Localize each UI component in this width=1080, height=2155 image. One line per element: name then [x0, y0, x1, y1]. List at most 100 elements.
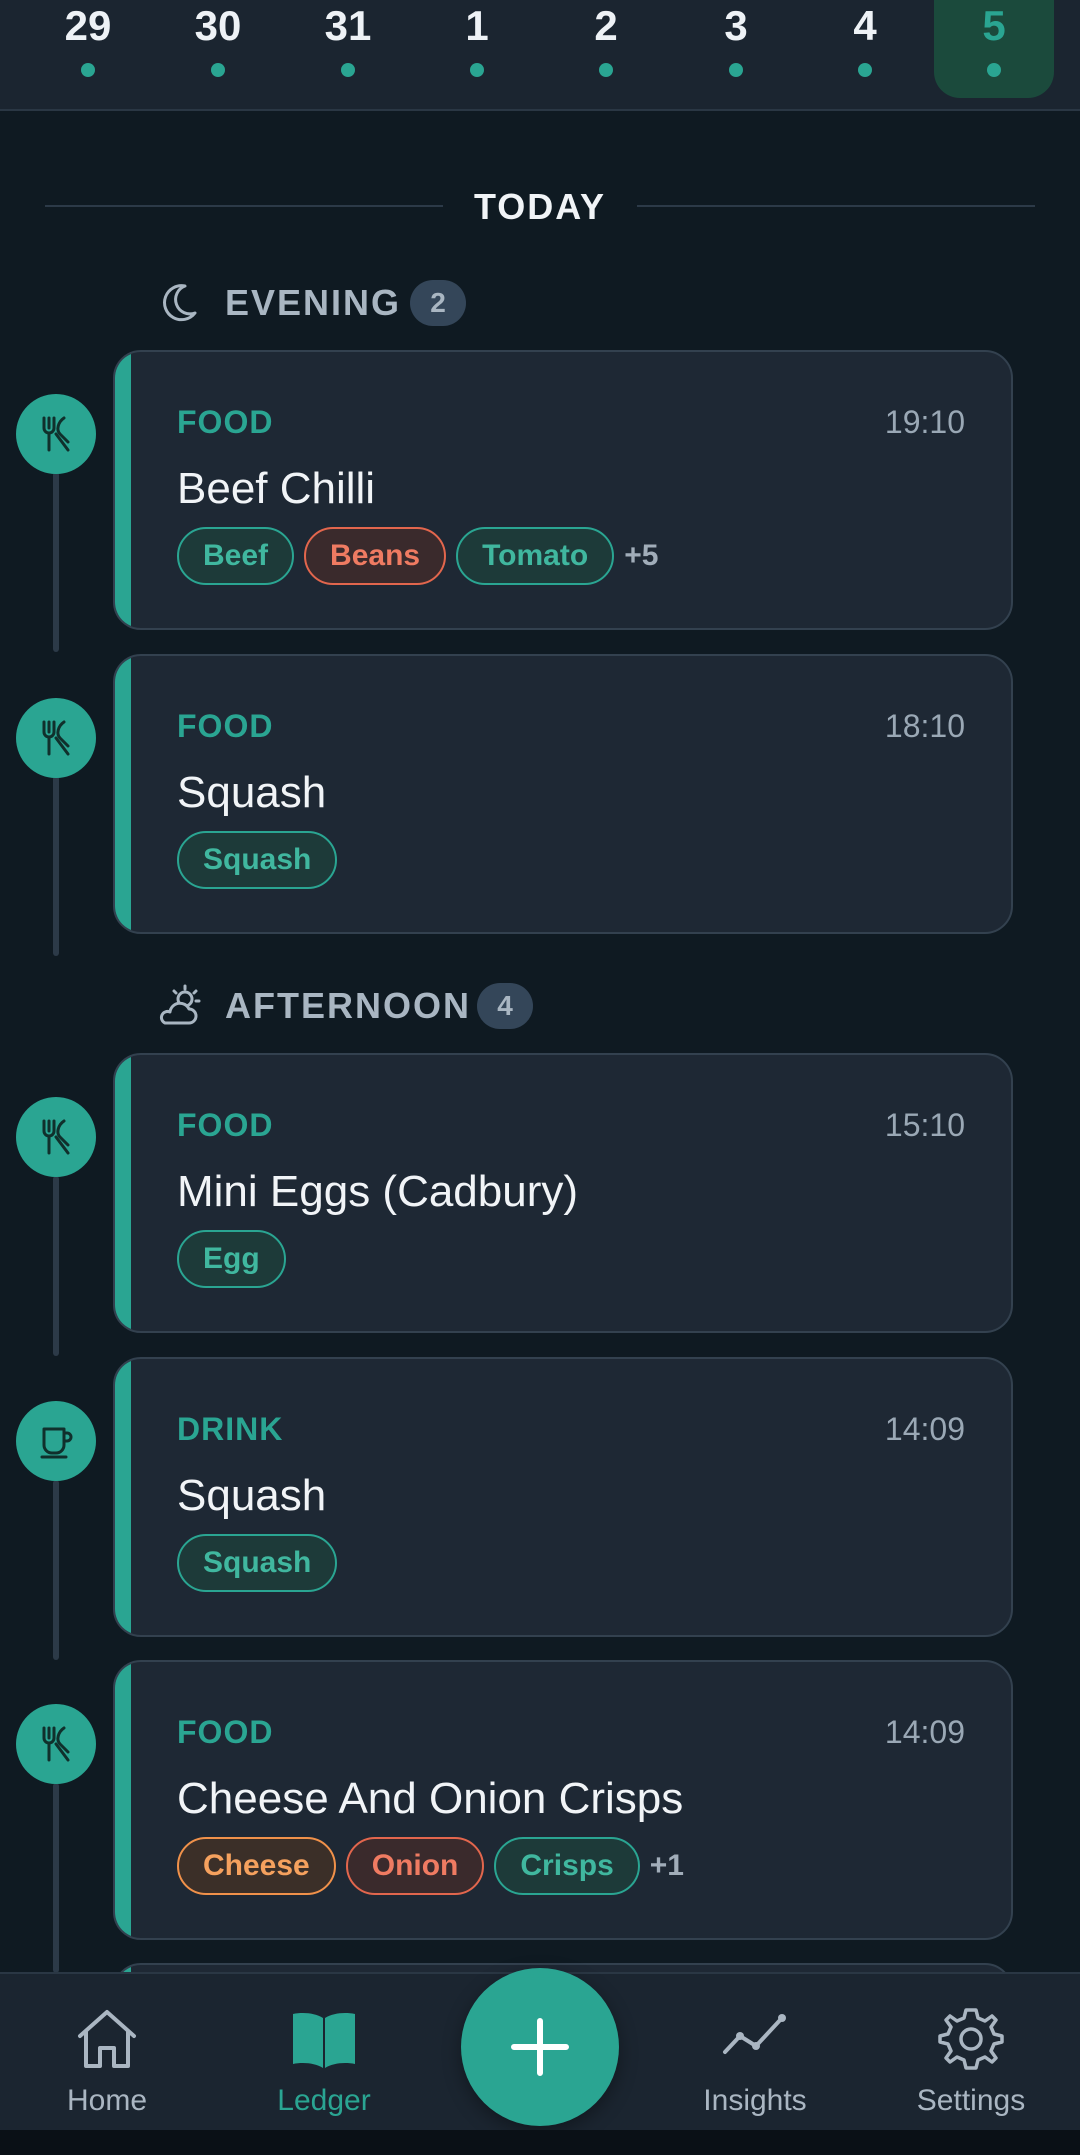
date-day-30[interactable]: 30 [158, 0, 278, 98]
more-tags-count: +1 [649, 1849, 684, 1882]
today-divider: TODAY [45, 180, 1035, 230]
entry-dot [858, 63, 872, 77]
tag-list: Beef Beans Tomato +5 [177, 527, 658, 585]
entry-category: FOOD [177, 1107, 274, 1143]
divider-line-right [637, 205, 1035, 207]
utensils-icon [42, 720, 70, 756]
date-day-4[interactable]: 4 [805, 0, 925, 98]
tag-chip: Tomato [456, 527, 615, 585]
utensils-icon [42, 416, 70, 452]
timeline-node-food [16, 698, 96, 778]
entry-name: Mini Eggs (Cadbury) [177, 1167, 579, 1216]
section-afternoon-header: AFTERNOON 4 [155, 975, 575, 1035]
timeline-connector [53, 472, 59, 652]
nav-ledger-label: Ledger [277, 2084, 371, 2117]
moon-icon [163, 284, 197, 322]
gear-icon [938, 2008, 1004, 2070]
date-day-5-selected[interactable]: 5 [934, 0, 1054, 98]
entry-name: Cheese And Onion Crisps [177, 1774, 684, 1823]
date-number: 4 [853, 2, 877, 49]
card-accent-bar [115, 1055, 131, 1331]
timeline-connector [53, 1480, 59, 1660]
plus-icon [511, 2018, 569, 2076]
tag-chip: Onion [345, 1837, 485, 1895]
nav-settings[interactable]: Settings [886, 1974, 1056, 2132]
cup-icon [40, 1427, 73, 1459]
card-accent-bar [115, 1359, 131, 1635]
entry-card[interactable]: FOOD 15:10 Mini Eggs (Cadbury) Egg [113, 1053, 1013, 1333]
entry-category: DRINK [177, 1411, 284, 1447]
section-count-badge: 4 [477, 983, 533, 1029]
nav-home-label: Home [66, 2084, 148, 2117]
section-title: AFTERNOON [225, 985, 471, 1026]
home-icon [78, 2010, 136, 2068]
entry-dot [987, 63, 1001, 77]
entry-category: FOOD [177, 708, 274, 744]
today-label: TODAY [473, 186, 607, 227]
card-accent-bar [115, 1662, 131, 1938]
tag-chip: Beans [304, 527, 447, 585]
system-navigation-bar [0, 2130, 1080, 2155]
entry-dot [341, 63, 355, 77]
entry-category: FOOD [177, 1714, 274, 1750]
date-day-3[interactable]: 3 [676, 0, 796, 98]
entry-card[interactable]: DRINK 14:09 Squash Squash [113, 1357, 1013, 1637]
section-count-badge: 2 [410, 280, 466, 326]
entry-card[interactable]: FOOD 14:09 Cheese And Onion Crisps Chees… [113, 1660, 1013, 1940]
date-day-29[interactable]: 29 [28, 0, 148, 98]
entry-time: 18:10 [884, 708, 965, 744]
timeline-node-food [16, 1704, 96, 1784]
tag-list: Squash [177, 831, 347, 889]
entry-time: 15:10 [884, 1107, 965, 1143]
date-number: 29 [64, 2, 112, 49]
entry-name: Squash [177, 1471, 327, 1520]
timeline-connector [53, 1176, 59, 1356]
more-tags-count: +5 [624, 539, 659, 572]
tag-list: Squash [177, 1534, 347, 1592]
date-number: 1 [465, 2, 489, 49]
entry-name: Squash [177, 768, 327, 817]
entry-dot [470, 63, 484, 77]
entry-name: Beef Chilli [177, 464, 376, 513]
date-number: 5 [982, 2, 1006, 49]
entry-category: FOOD [177, 404, 274, 440]
date-number: 31 [324, 2, 372, 49]
date-number: 30 [194, 2, 242, 49]
add-entry-button[interactable] [461, 1968, 619, 2126]
timeline-node-food [16, 394, 96, 474]
timeline-connector [53, 1783, 59, 1973]
tag-chip: Cheese [177, 1837, 336, 1895]
tag-list: Cheese Onion Crisps +1 [177, 1837, 684, 1895]
utensils-icon [42, 1119, 70, 1155]
nav-settings-label: Settings [916, 2084, 1026, 2117]
app-root: 29 30 31 1 2 3 4 5 TODAY EVENING 2 AFTER… [0, 0, 1080, 2155]
entry-card[interactable]: FOOD 18:10 Squash Squash [113, 654, 1013, 934]
timeline-node-food [16, 1097, 96, 1177]
section-title: EVENING [225, 282, 402, 323]
utensils-icon [42, 1726, 70, 1762]
tag-chip: Squash [177, 1534, 338, 1592]
entry-dot [729, 63, 743, 77]
entry-card[interactable]: FOOD 19:10 Beef Chilli Beef Beans Tomato +5 [113, 350, 1013, 630]
timeline-node-drink [16, 1401, 96, 1481]
entry-dot [211, 63, 225, 77]
cloud-sun-icon [159, 984, 201, 1025]
date-number: 3 [724, 2, 748, 49]
nav-ledger[interactable]: Ledger [239, 1974, 409, 2132]
nav-insights-label: Insights [703, 2084, 807, 2117]
tag-chip: Beef [177, 527, 295, 585]
tag-chip: Egg [177, 1230, 286, 1288]
date-day-31[interactable]: 31 [288, 0, 408, 98]
card-accent-bar [115, 656, 131, 932]
date-day-1[interactable]: 1 [417, 0, 537, 98]
nav-home[interactable]: Home [22, 1974, 192, 2132]
date-number: 2 [594, 2, 618, 49]
card-accent-bar [115, 352, 131, 628]
nav-insights[interactable]: Insights [670, 1974, 840, 2132]
open-book-icon [293, 2013, 355, 2068]
entry-time: 14:09 [884, 1714, 965, 1750]
tag-chip: Squash [177, 831, 338, 889]
tag-chip: Crisps [494, 1837, 640, 1895]
date-day-2[interactable]: 2 [546, 0, 666, 98]
section-evening-header: EVENING 2 [155, 272, 555, 332]
